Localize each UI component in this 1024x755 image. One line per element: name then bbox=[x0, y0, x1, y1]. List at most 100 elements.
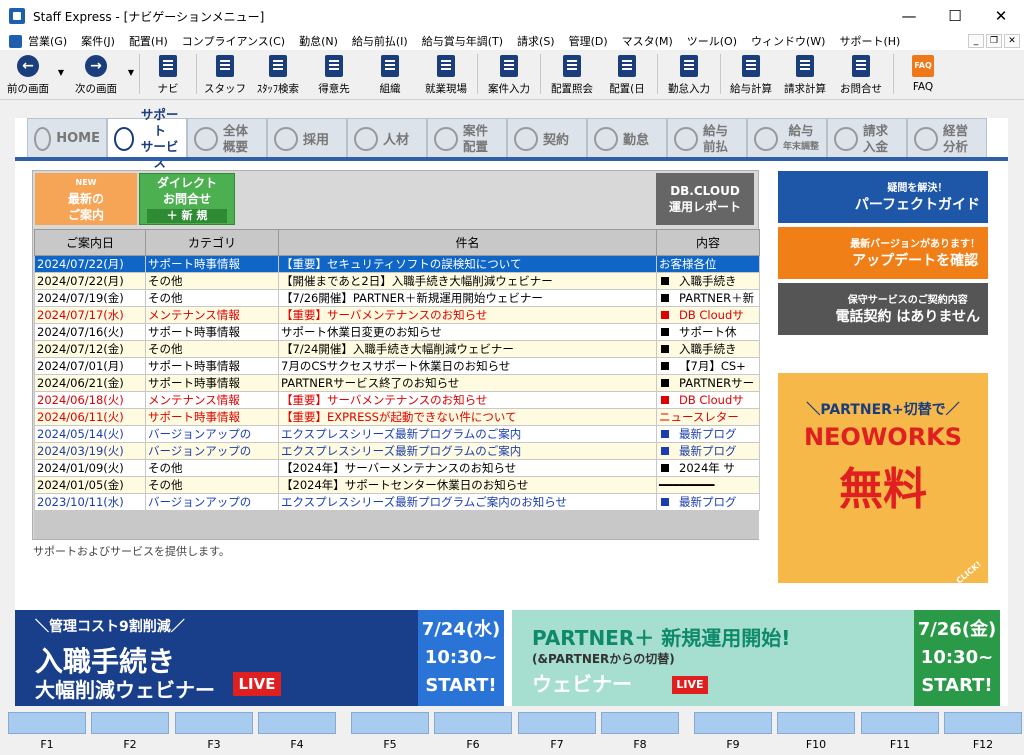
menu-billing[interactable]: 請求(S) bbox=[517, 33, 555, 49]
menu-sales[interactable]: 営業(G) bbox=[28, 33, 67, 49]
assign-day-button[interactable]: 配置(日 bbox=[600, 50, 654, 98]
menu-attendance[interactable]: 勤怠(N) bbox=[299, 33, 338, 49]
assign-inquiry-button[interactable]: 配置照会 bbox=[544, 50, 600, 98]
tab-contract[interactable]: 契約 bbox=[507, 118, 587, 158]
bullet-square-icon bbox=[661, 277, 669, 285]
menu-admin[interactable]: 管理(D) bbox=[569, 33, 608, 49]
back-button[interactable]: ← 前の画面 bbox=[0, 50, 56, 98]
menu-master[interactable]: マスタ(M) bbox=[622, 33, 673, 49]
menu-support[interactable]: サポート(H) bbox=[839, 33, 900, 49]
table-row[interactable]: 2024/01/05(金) その他 【2024年】サポートセンター休業日のお知らせ ━… bbox=[34, 476, 760, 494]
menu-window[interactable]: ウィンドウ(W) bbox=[751, 33, 825, 49]
table-row[interactable]: 2024/07/17(水) メンテナンス情報 【重要】サーバメンテナンスのお知らせ D… bbox=[34, 306, 760, 324]
f2-key[interactable]: F2 bbox=[91, 712, 169, 751]
news-panel: NEW 最新の ご案内 ダイレクト お問合せ ＋ 新 規 DB.CLOUD 運用… bbox=[32, 170, 760, 540]
neoworks-promo-banner[interactable]: ＼PARTNER+切替で／ NEOWORKS 無料 CLICK! bbox=[778, 373, 988, 585]
table-row[interactable]: 2024/07/16(火) サポート時事情報 サポート休業日変更のお知らせ サポート休 bbox=[34, 323, 760, 341]
forward-dropdown[interactable]: ▼ bbox=[126, 50, 136, 77]
payroll-calc-button[interactable]: 給与計算 bbox=[724, 50, 778, 98]
perfect-guide-banner[interactable]: 疑問を解決！ パーフェクトガイド bbox=[778, 171, 988, 223]
tab-support-service[interactable]: サポート サービス bbox=[107, 107, 187, 170]
col-content-header[interactable]: 内容 bbox=[656, 229, 760, 256]
table-row[interactable]: 2024/07/22(月) サポート時事情報 【重要】セキュリティソフトの誤検知につ… bbox=[34, 255, 760, 273]
webinar-banner-0724[interactable]: ＼管理コスト9割削減／ 入職手続き 大幅削減ウェビナー LIVE 7/24(水)… bbox=[15, 610, 504, 706]
tab-advance-pay[interactable]: 給与 前払 bbox=[667, 118, 747, 158]
table-row[interactable]: 2024/06/18(火) メンテナンス情報 【重要】サーバメンテナンスのお知らせ D… bbox=[34, 391, 760, 409]
tab-recruit[interactable]: 採用 bbox=[267, 118, 347, 158]
cell-subj: 【重要】サーバメンテナンスのお知らせ bbox=[281, 308, 488, 322]
menu-payroll[interactable]: 給与賞与年調(T) bbox=[422, 33, 503, 49]
home-icon bbox=[34, 126, 52, 151]
tab-home[interactable]: HOME bbox=[27, 118, 107, 158]
cell-cat: その他 bbox=[148, 274, 183, 288]
menu-assign[interactable]: 配置(H) bbox=[129, 33, 168, 49]
tab-billing[interactable]: 請求 入金 bbox=[827, 118, 907, 158]
org-button[interactable]: 組織 bbox=[362, 50, 418, 98]
mdi-minimize-button[interactable]: _ bbox=[968, 34, 984, 48]
inquiry-button[interactable]: お問合せ bbox=[832, 50, 890, 98]
latest-news-button[interactable]: NEW 最新の ご案内 bbox=[35, 173, 137, 225]
billing-calc-button[interactable]: 請求計算 bbox=[778, 50, 832, 98]
app-icon bbox=[9, 8, 25, 24]
f10-key[interactable]: F10 bbox=[777, 712, 855, 751]
tab-attendance[interactable]: 勤怠 bbox=[587, 118, 667, 158]
f11-key[interactable]: F11 bbox=[861, 712, 939, 751]
client-button[interactable]: 得意先 bbox=[306, 50, 362, 98]
table-row[interactable]: 2024/07/22(月) その他 【開催まであと2日】入職手続き大幅削減ウェビナー… bbox=[34, 272, 760, 290]
col-subject-header[interactable]: 件名 bbox=[278, 229, 657, 256]
menu-tools[interactable]: ツール(O) bbox=[687, 33, 737, 49]
f6-key[interactable]: F6 bbox=[434, 712, 512, 751]
mdi-close-button[interactable]: ✕ bbox=[1004, 34, 1020, 48]
cell-subj: エクスプレスシリーズ最新プログラムご案内のお知らせ bbox=[281, 495, 568, 509]
f1-key[interactable]: F1 bbox=[8, 712, 86, 751]
system-menu-icon[interactable] bbox=[9, 34, 22, 48]
f5-key[interactable]: F5 bbox=[351, 712, 429, 751]
col-category-header[interactable]: カテゴリ bbox=[145, 229, 279, 256]
col-date-header[interactable]: ご案内日 bbox=[34, 229, 146, 256]
cell-cat: サポート時事情報 bbox=[148, 257, 240, 271]
attendance-input-button[interactable]: 勤怠入力 bbox=[661, 50, 717, 98]
webinar-banner-0726[interactable]: PARTNER＋ 新規運用開始! (&PARTNERからの切替) ウェビナー L… bbox=[512, 610, 1000, 706]
mdi-restore-button[interactable]: ❐ bbox=[986, 34, 1002, 48]
menu-compliance[interactable]: コンプライアンス(C) bbox=[182, 33, 285, 49]
menu-case[interactable]: 案件(J) bbox=[81, 33, 115, 49]
tab-management[interactable]: 経営 分析 bbox=[907, 118, 987, 158]
db-cloud-report-button[interactable]: DB.CLOUD 運用レポート bbox=[656, 173, 754, 225]
staff-search-button[interactable]: ｽﾀｯﾌ検索 bbox=[250, 50, 306, 98]
tab-hr[interactable]: 人材 bbox=[347, 118, 427, 158]
table-row[interactable]: 2024/06/11(火) サポート時事情報 【重要】EXPRESSが起動できない件… bbox=[34, 408, 760, 426]
minimize-button[interactable]: — bbox=[886, 0, 932, 32]
case-input-button[interactable]: 案件入力 bbox=[481, 50, 537, 98]
table-row[interactable]: 2024/07/19(金) その他 【7/26開催】PARTNER＋新規運用開始ウェ… bbox=[34, 289, 760, 307]
navi-button[interactable]: ナビ bbox=[143, 50, 193, 98]
f12-key[interactable]: F12 bbox=[944, 712, 1022, 751]
faq-icon: FAQ bbox=[912, 55, 934, 77]
faq-button[interactable]: FAQ FAQ bbox=[897, 50, 949, 98]
staff-button[interactable]: スタッフ bbox=[200, 50, 250, 98]
tab-case-assign[interactable]: 案件 配置 bbox=[427, 118, 507, 158]
menu-advance[interactable]: 給与前払(I) bbox=[352, 33, 408, 49]
f8-key[interactable]: F8 bbox=[601, 712, 679, 751]
f3-key[interactable]: F3 bbox=[175, 712, 253, 751]
tab-overview[interactable]: 全体 概要 bbox=[187, 118, 267, 158]
bullet-square-icon bbox=[661, 379, 669, 387]
forward-button[interactable]: → 次の画面 bbox=[66, 50, 126, 98]
close-button[interactable]: ✕ bbox=[978, 0, 1024, 32]
table-row[interactable]: 2024/01/09(火) その他 【2024年】サーバーメンテナンスのお知らせ 20… bbox=[34, 459, 760, 477]
update-check-banner[interactable]: 最新バージョンがあります！ アップデートを確認 bbox=[778, 227, 988, 279]
site-button[interactable]: 就業現場 bbox=[418, 50, 474, 98]
contract-info-banner[interactable]: 保守サービスのご契約内容 電話契約 はありません bbox=[778, 283, 988, 335]
f4-key[interactable]: F4 bbox=[258, 712, 336, 751]
f7-key[interactable]: F7 bbox=[518, 712, 596, 751]
tab-salary-yearend[interactable]: 給与 年末調整 bbox=[747, 118, 827, 158]
table-row[interactable]: 2024/05/14(火) バージョンアップの エクスプレスシリーズ最新プログラムの… bbox=[34, 425, 760, 443]
table-row[interactable]: 2024/06/21(金) サポート時事情報 PARTNERサービス終了のお知らせ P… bbox=[34, 374, 760, 392]
table-row[interactable]: 2024/07/12(金) その他 【7/24開催】入職手続き大幅削減ウェビナー 入職… bbox=[34, 340, 760, 358]
back-dropdown[interactable]: ▼ bbox=[56, 50, 66, 77]
direct-inquiry-button[interactable]: ダイレクト お問合せ ＋ 新 規 bbox=[139, 173, 235, 225]
table-row[interactable]: 2023/10/11(水) バージョンアップの エクスプレスシリーズ最新プログラムご… bbox=[34, 493, 760, 511]
table-row[interactable]: 2024/07/01(月) サポート時事情報 7月のCSサクセスサポート休業日のお知… bbox=[34, 357, 760, 375]
f9-key[interactable]: F9 bbox=[694, 712, 772, 751]
table-row[interactable]: 2024/03/19(火) バージョンアップの エクスプレスシリーズ最新プログラムの… bbox=[34, 442, 760, 460]
maximize-button[interactable]: ☐ bbox=[932, 0, 978, 32]
